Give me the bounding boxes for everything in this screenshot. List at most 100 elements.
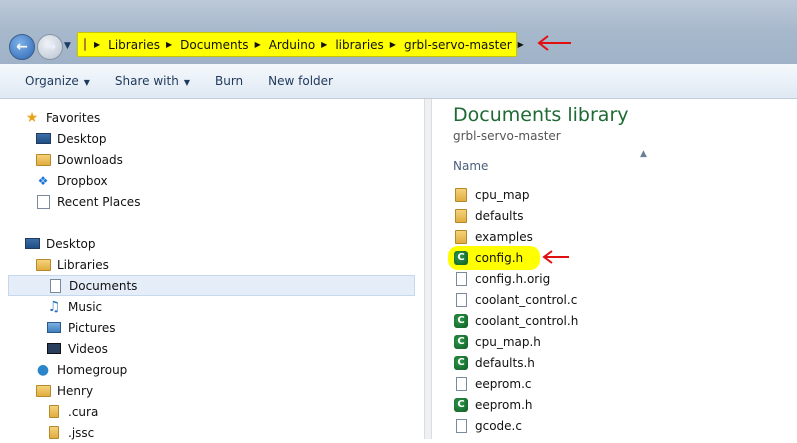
forward-button[interactable]: → xyxy=(37,34,63,60)
nav-label: .jssc xyxy=(68,425,95,440)
nav-jssc[interactable]: .jssc xyxy=(46,422,94,443)
file-name: coolant_control.h xyxy=(475,313,579,328)
file-row[interactable]: Ccoolant_control.h xyxy=(453,310,578,331)
nav-label: Desktop xyxy=(57,131,107,146)
folder-icon xyxy=(49,426,59,439)
document-icon xyxy=(455,292,467,307)
file-name: cpu_map xyxy=(475,187,530,202)
file-row[interactable]: defaults xyxy=(453,205,523,226)
back-button[interactable]: ← xyxy=(9,34,35,60)
folder-icon xyxy=(84,38,86,51)
breadcrumb-separator-icon[interactable]: ▶ xyxy=(166,40,172,49)
organize-button[interactable]: Organize ▼ xyxy=(0,74,90,88)
nav-libraries[interactable]: Libraries xyxy=(35,254,109,275)
breadcrumb-separator-icon[interactable]: ▶ xyxy=(518,40,524,49)
nav-videos[interactable]: Videos xyxy=(46,338,108,359)
column-header-name[interactable]: Name xyxy=(453,159,488,173)
breadcrumb-libraries[interactable]: Libraries xyxy=(108,38,160,52)
breadcrumb-libraries-sub[interactable]: libraries xyxy=(335,38,383,52)
file-row[interactable]: config.h.orig xyxy=(453,268,550,289)
address-bar[interactable]: ▶ Libraries ▶ Documents ▶ Arduino ▶ libr… xyxy=(77,32,524,57)
breadcrumb-separator-icon[interactable]: ▶ xyxy=(390,40,396,49)
nav-label: Desktop xyxy=(46,236,96,251)
document-icon xyxy=(455,271,467,286)
file-name: config.h xyxy=(475,250,524,265)
dropbox-icon: ❖ xyxy=(37,173,49,188)
file-row[interactable]: Cconfig.h xyxy=(453,247,523,268)
file-name: cpu_map.h xyxy=(475,334,541,349)
desktop-icon xyxy=(24,238,40,249)
nav-homegroup[interactable]: ● Homegroup xyxy=(35,359,127,380)
breadcrumb-documents[interactable]: Documents xyxy=(180,38,248,52)
window-title-bar xyxy=(0,0,797,28)
nav-label: Recent Places xyxy=(57,194,141,209)
music-icon: ♫ xyxy=(47,298,61,315)
breadcrumb-separator-icon[interactable]: ▶ xyxy=(94,40,100,49)
share-with-button[interactable]: Share with ▼ xyxy=(90,74,190,88)
c-header-icon: C xyxy=(454,334,468,349)
nav-music[interactable]: ♫ Music xyxy=(46,296,102,317)
back-arrow-icon: ← xyxy=(16,39,28,55)
nav-label: Henry xyxy=(57,383,94,398)
file-row[interactable]: cpu_map xyxy=(453,184,529,205)
forward-arrow-icon: → xyxy=(44,39,56,55)
c-header-icon: C xyxy=(454,250,468,265)
breadcrumb-separator-icon[interactable]: ▶ xyxy=(321,40,327,49)
file-name: examples xyxy=(475,229,533,244)
file-row[interactable]: Ccpu_map.h xyxy=(453,331,541,352)
file-name: defaults xyxy=(475,208,524,223)
nav-pictures[interactable]: Pictures xyxy=(46,317,116,338)
file-name: coolant_control.c xyxy=(475,292,578,307)
nav-cura[interactable]: .cura xyxy=(46,401,98,422)
nav-favorite-downloads[interactable]: Downloads xyxy=(35,149,123,170)
breadcrumb-grbl-servo-master[interactable]: grbl-servo-master xyxy=(404,38,512,52)
document-icon xyxy=(455,418,467,433)
pane-splitter[interactable] xyxy=(424,99,432,439)
c-header-icon: C xyxy=(454,397,468,412)
nav-label: Libraries xyxy=(57,257,109,272)
videos-icon xyxy=(47,343,61,354)
folder-icon xyxy=(455,208,467,223)
file-row[interactable]: gcode.c xyxy=(453,415,522,436)
share-with-label: Share with xyxy=(114,74,179,88)
folder-icon xyxy=(455,229,467,244)
c-header-icon: C xyxy=(454,313,468,328)
burn-button[interactable]: Burn xyxy=(190,74,243,88)
new-folder-button[interactable]: New folder xyxy=(243,74,333,88)
nav-favorite-recent-places[interactable]: Recent Places xyxy=(35,191,140,212)
downloads-folder-icon xyxy=(35,153,51,166)
libraries-icon xyxy=(35,258,51,271)
nav-desktop[interactable]: Desktop xyxy=(24,233,96,254)
documents-icon xyxy=(49,278,61,293)
file-row[interactable]: coolant_control.c xyxy=(453,289,577,310)
file-row[interactable]: eeprom.c xyxy=(453,373,532,394)
nav-favorite-dropbox[interactable]: ❖ Dropbox xyxy=(35,170,108,191)
red-annotation-arrow-icon xyxy=(537,35,571,51)
user-folder-icon xyxy=(35,384,51,397)
file-name: eeprom.h xyxy=(475,397,533,412)
file-row[interactable]: examples xyxy=(453,226,533,247)
nav-favorites[interactable]: ★ Favorites xyxy=(24,107,101,128)
star-icon: ★ xyxy=(25,109,39,126)
nav-label: Documents xyxy=(69,278,138,293)
recent-locations-dropdown[interactable]: ▼ xyxy=(64,41,71,51)
pictures-icon xyxy=(47,322,61,333)
nav-documents[interactable]: Documents xyxy=(8,275,415,296)
file-name: defaults.h xyxy=(475,355,535,370)
file-row[interactable]: Ceeprom.h xyxy=(453,394,533,415)
nav-label: .cura xyxy=(68,404,99,419)
nav-label: Downloads xyxy=(57,152,123,167)
library-title: Documents library xyxy=(453,104,629,126)
file-name: config.h.orig xyxy=(475,271,551,286)
c-header-icon: C xyxy=(454,355,468,370)
sort-ascending-icon: ▲ xyxy=(640,149,647,159)
nav-label: Music xyxy=(68,299,103,314)
nav-henry[interactable]: Henry xyxy=(35,380,93,401)
organize-label: Organize xyxy=(25,74,79,88)
file-row[interactable]: Cdefaults.h xyxy=(453,352,535,373)
nav-label: Favorites xyxy=(46,110,101,125)
breadcrumb-separator-icon[interactable]: ▶ xyxy=(255,40,261,49)
nav-favorite-desktop[interactable]: Desktop xyxy=(35,128,107,149)
breadcrumb-arduino[interactable]: Arduino xyxy=(269,38,315,52)
folder-icon xyxy=(49,405,59,418)
